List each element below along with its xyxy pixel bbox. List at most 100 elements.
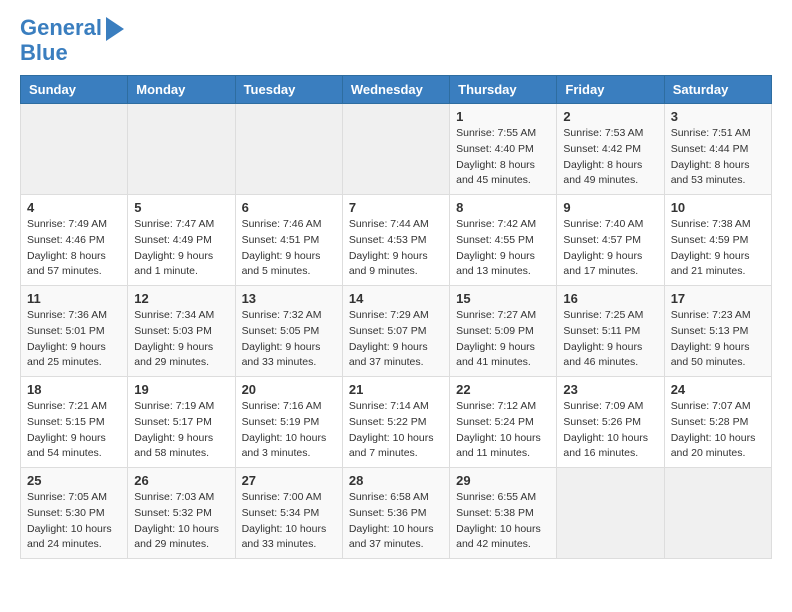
day-info: Sunrise: 7:34 AM Sunset: 5:03 PM Dayligh… [134,308,228,371]
calendar-cell [128,104,235,195]
day-info: Sunrise: 7:40 AM Sunset: 4:57 PM Dayligh… [563,217,657,280]
day-number: 5 [134,200,228,215]
day-number: 21 [349,382,443,397]
day-info: Sunrise: 7:12 AM Sunset: 5:24 PM Dayligh… [456,399,550,462]
day-number: 8 [456,200,550,215]
day-info: Sunrise: 7:47 AM Sunset: 4:49 PM Dayligh… [134,217,228,280]
calendar-cell: 16Sunrise: 7:25 AM Sunset: 5:11 PM Dayli… [557,286,664,377]
calendar-cell: 11 Sunrise: 7:36 AM Sunset: 5:01 PM Dayli… [21,286,128,377]
calendar-cell: 7 Sunrise: 7:44 AM Sunset: 4:53 PM Daylig… [342,195,449,286]
calendar-cell [557,468,664,559]
calendar-cell [235,104,342,195]
calendar-cell [664,468,771,559]
weekday-header-saturday: Saturday [664,76,771,104]
calendar-cell: 6Sunrise: 7:46 AM Sunset: 4:51 PM Daylig… [235,195,342,286]
weekday-header-thursday: Thursday [450,76,557,104]
calendar-cell: 15 Sunrise: 7:27 AM Sunset: 5:09 PM Dayli… [450,286,557,377]
calendar-cell [342,104,449,195]
calendar-cell: 27 Sunrise: 7:00 AM Sunset: 5:34 PM Dayli… [235,468,342,559]
weekday-header-wednesday: Wednesday [342,76,449,104]
logo-blue: Blue [20,41,68,65]
day-number: 15 [456,291,550,306]
day-info: Sunrise: 7:05 AM Sunset: 5:30 PM Dayligh… [27,490,121,553]
day-number: 29 [456,473,550,488]
calendar-cell: 21 Sunrise: 7:14 AM Sunset: 5:22 PM Dayli… [342,377,449,468]
day-number: 2 [563,109,657,124]
day-number: 19 [134,382,228,397]
calendar-week-2: 11 Sunrise: 7:36 AM Sunset: 5:01 PM Dayli… [21,286,772,377]
calendar-cell: 4Sunrise: 7:49 AM Sunset: 4:46 PM Daylig… [21,195,128,286]
weekday-header-row: SundayMondayTuesdayWednesdayThursdayFrid… [21,76,772,104]
day-number: 3 [671,109,765,124]
calendar-week-0: 1Sunrise: 7:55 AM Sunset: 4:40 PM Daylig… [21,104,772,195]
weekday-header-monday: Monday [128,76,235,104]
calendar-cell: 1Sunrise: 7:55 AM Sunset: 4:40 PM Daylig… [450,104,557,195]
calendar-cell: 8 Sunrise: 7:42 AM Sunset: 4:55 PM Daylig… [450,195,557,286]
day-number: 10 [671,200,765,215]
day-info: Sunrise: 7:14 AM Sunset: 5:22 PM Dayligh… [349,399,443,462]
calendar-cell: 25 Sunrise: 7:05 AM Sunset: 5:30 PM Dayli… [21,468,128,559]
calendar-cell: 18Sunrise: 7:21 AM Sunset: 5:15 PM Dayli… [21,377,128,468]
logo: General Blue [20,15,124,65]
day-number: 27 [242,473,336,488]
calendar-cell: 12 Sunrise: 7:34 AM Sunset: 5:03 PM Dayli… [128,286,235,377]
day-number: 13 [242,291,336,306]
calendar-body: 1Sunrise: 7:55 AM Sunset: 4:40 PM Daylig… [21,104,772,559]
calendar-cell: 14 Sunrise: 7:29 AM Sunset: 5:07 PM Dayli… [342,286,449,377]
day-info: Sunrise: 7:19 AM Sunset: 5:17 PM Dayligh… [134,399,228,462]
day-info: Sunrise: 7:09 AM Sunset: 5:26 PM Dayligh… [563,399,657,462]
logo-arrow-icon [106,17,124,41]
day-number: 7 [349,200,443,215]
page: General Blue SundayMondayTuesdayWednesda… [0,0,792,574]
day-number: 23 [563,382,657,397]
day-number: 26 [134,473,228,488]
calendar-cell: 29 Sunrise: 6:55 AM Sunset: 5:38 PM Dayli… [450,468,557,559]
day-info: Sunrise: 7:51 AM Sunset: 4:44 PM Dayligh… [671,126,765,189]
day-info: Sunrise: 7:44 AM Sunset: 4:53 PM Dayligh… [349,217,443,280]
calendar-week-3: 18Sunrise: 7:21 AM Sunset: 5:15 PM Dayli… [21,377,772,468]
day-info: Sunrise: 7:49 AM Sunset: 4:46 PM Dayligh… [27,217,121,280]
day-number: 14 [349,291,443,306]
calendar-cell: 17 Sunrise: 7:23 AM Sunset: 5:13 PM Dayli… [664,286,771,377]
header: General Blue [20,15,772,65]
day-info: Sunrise: 7:36 AM Sunset: 5:01 PM Dayligh… [27,308,121,371]
day-number: 12 [134,291,228,306]
calendar-cell: 2 Sunrise: 7:53 AM Sunset: 4:42 PM Daylig… [557,104,664,195]
day-info: Sunrise: 7:32 AM Sunset: 5:05 PM Dayligh… [242,308,336,371]
logo-text: General [20,16,102,40]
day-number: 28 [349,473,443,488]
day-number: 9 [563,200,657,215]
calendar-cell: 3 Sunrise: 7:51 AM Sunset: 4:44 PM Daylig… [664,104,771,195]
day-number: 1 [456,109,550,124]
calendar-cell: 5 Sunrise: 7:47 AM Sunset: 4:49 PM Daylig… [128,195,235,286]
day-number: 11 [27,291,121,306]
day-info: Sunrise: 7:00 AM Sunset: 5:34 PM Dayligh… [242,490,336,553]
calendar-cell: 10 Sunrise: 7:38 AM Sunset: 4:59 PM Dayli… [664,195,771,286]
day-number: 25 [27,473,121,488]
day-info: Sunrise: 7:27 AM Sunset: 5:09 PM Dayligh… [456,308,550,371]
weekday-header-friday: Friday [557,76,664,104]
day-info: Sunrise: 7:38 AM Sunset: 4:59 PM Dayligh… [671,217,765,280]
calendar-cell: 9 Sunrise: 7:40 AM Sunset: 4:57 PM Daylig… [557,195,664,286]
calendar-cell: 20Sunrise: 7:16 AM Sunset: 5:19 PM Dayli… [235,377,342,468]
calendar-cell: 24 Sunrise: 7:07 AM Sunset: 5:28 PM Dayli… [664,377,771,468]
day-info: Sunrise: 7:29 AM Sunset: 5:07 PM Dayligh… [349,308,443,371]
weekday-header-tuesday: Tuesday [235,76,342,104]
day-info: Sunrise: 7:42 AM Sunset: 4:55 PM Dayligh… [456,217,550,280]
day-info: Sunrise: 6:55 AM Sunset: 5:38 PM Dayligh… [456,490,550,553]
day-info: Sunrise: 7:53 AM Sunset: 4:42 PM Dayligh… [563,126,657,189]
day-number: 24 [671,382,765,397]
day-number: 18 [27,382,121,397]
day-info: Sunrise: 7:23 AM Sunset: 5:13 PM Dayligh… [671,308,765,371]
day-number: 20 [242,382,336,397]
day-info: Sunrise: 6:58 AM Sunset: 5:36 PM Dayligh… [349,490,443,553]
day-number: 22 [456,382,550,397]
calendar-cell: 26 Sunrise: 7:03 AM Sunset: 5:32 PM Dayli… [128,468,235,559]
calendar-cell: 28 Sunrise: 6:58 AM Sunset: 5:36 PM Dayli… [342,468,449,559]
day-info: Sunrise: 7:03 AM Sunset: 5:32 PM Dayligh… [134,490,228,553]
calendar-cell: 23 Sunrise: 7:09 AM Sunset: 5:26 PM Dayli… [557,377,664,468]
calendar-week-4: 25 Sunrise: 7:05 AM Sunset: 5:30 PM Dayli… [21,468,772,559]
day-number: 17 [671,291,765,306]
day-info: Sunrise: 7:07 AM Sunset: 5:28 PM Dayligh… [671,399,765,462]
calendar-cell: 22 Sunrise: 7:12 AM Sunset: 5:24 PM Dayli… [450,377,557,468]
